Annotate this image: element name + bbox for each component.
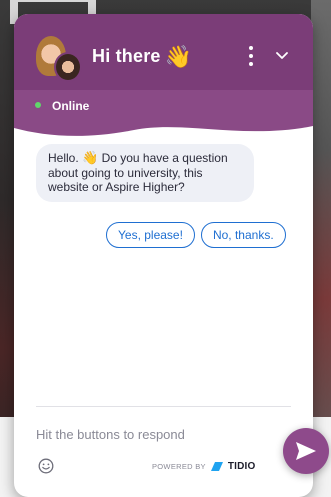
chat-widget: Hi there 👋 Online Hello. 👋 Do you have a … xyxy=(14,14,313,497)
smiley-icon[interactable] xyxy=(38,458,54,474)
quick-replies: Yes, please! No, thanks. xyxy=(106,222,286,248)
header-wave-divider xyxy=(14,114,313,136)
yes-please-button[interactable]: Yes, please! xyxy=(106,222,195,248)
waving-hand-icon: 👋 xyxy=(82,150,99,165)
online-dot-icon xyxy=(35,102,41,108)
brand-name: TIDIO xyxy=(227,461,256,472)
kebab-menu-icon[interactable] xyxy=(246,46,256,66)
send-arrow-icon xyxy=(296,442,316,460)
powered-by-label: POWERED BY xyxy=(152,462,206,471)
operator-avatar xyxy=(36,36,82,82)
avatar-face xyxy=(54,52,82,82)
chat-title: Hi there 👋 xyxy=(92,44,192,70)
no-thanks-button[interactable]: No, thanks. xyxy=(200,222,286,248)
powered-by-tidio[interactable]: POWERED BY TIDIO xyxy=(152,461,256,472)
chat-title-text: Hi there xyxy=(92,46,161,66)
chat-header: Hi there 👋 xyxy=(14,14,313,90)
message-text: Hello. xyxy=(48,151,79,165)
waving-hand-icon: 👋 xyxy=(164,44,193,69)
chevron-down-icon[interactable] xyxy=(276,48,288,60)
message-input[interactable]: Hit the buttons to respond xyxy=(36,427,185,442)
composer-divider xyxy=(36,406,291,407)
operator-message: Hello. 👋 Do you have a question about go… xyxy=(36,144,254,202)
status-label: Online xyxy=(52,99,90,113)
tidio-logo-icon xyxy=(210,462,223,471)
send-button[interactable] xyxy=(283,428,329,474)
